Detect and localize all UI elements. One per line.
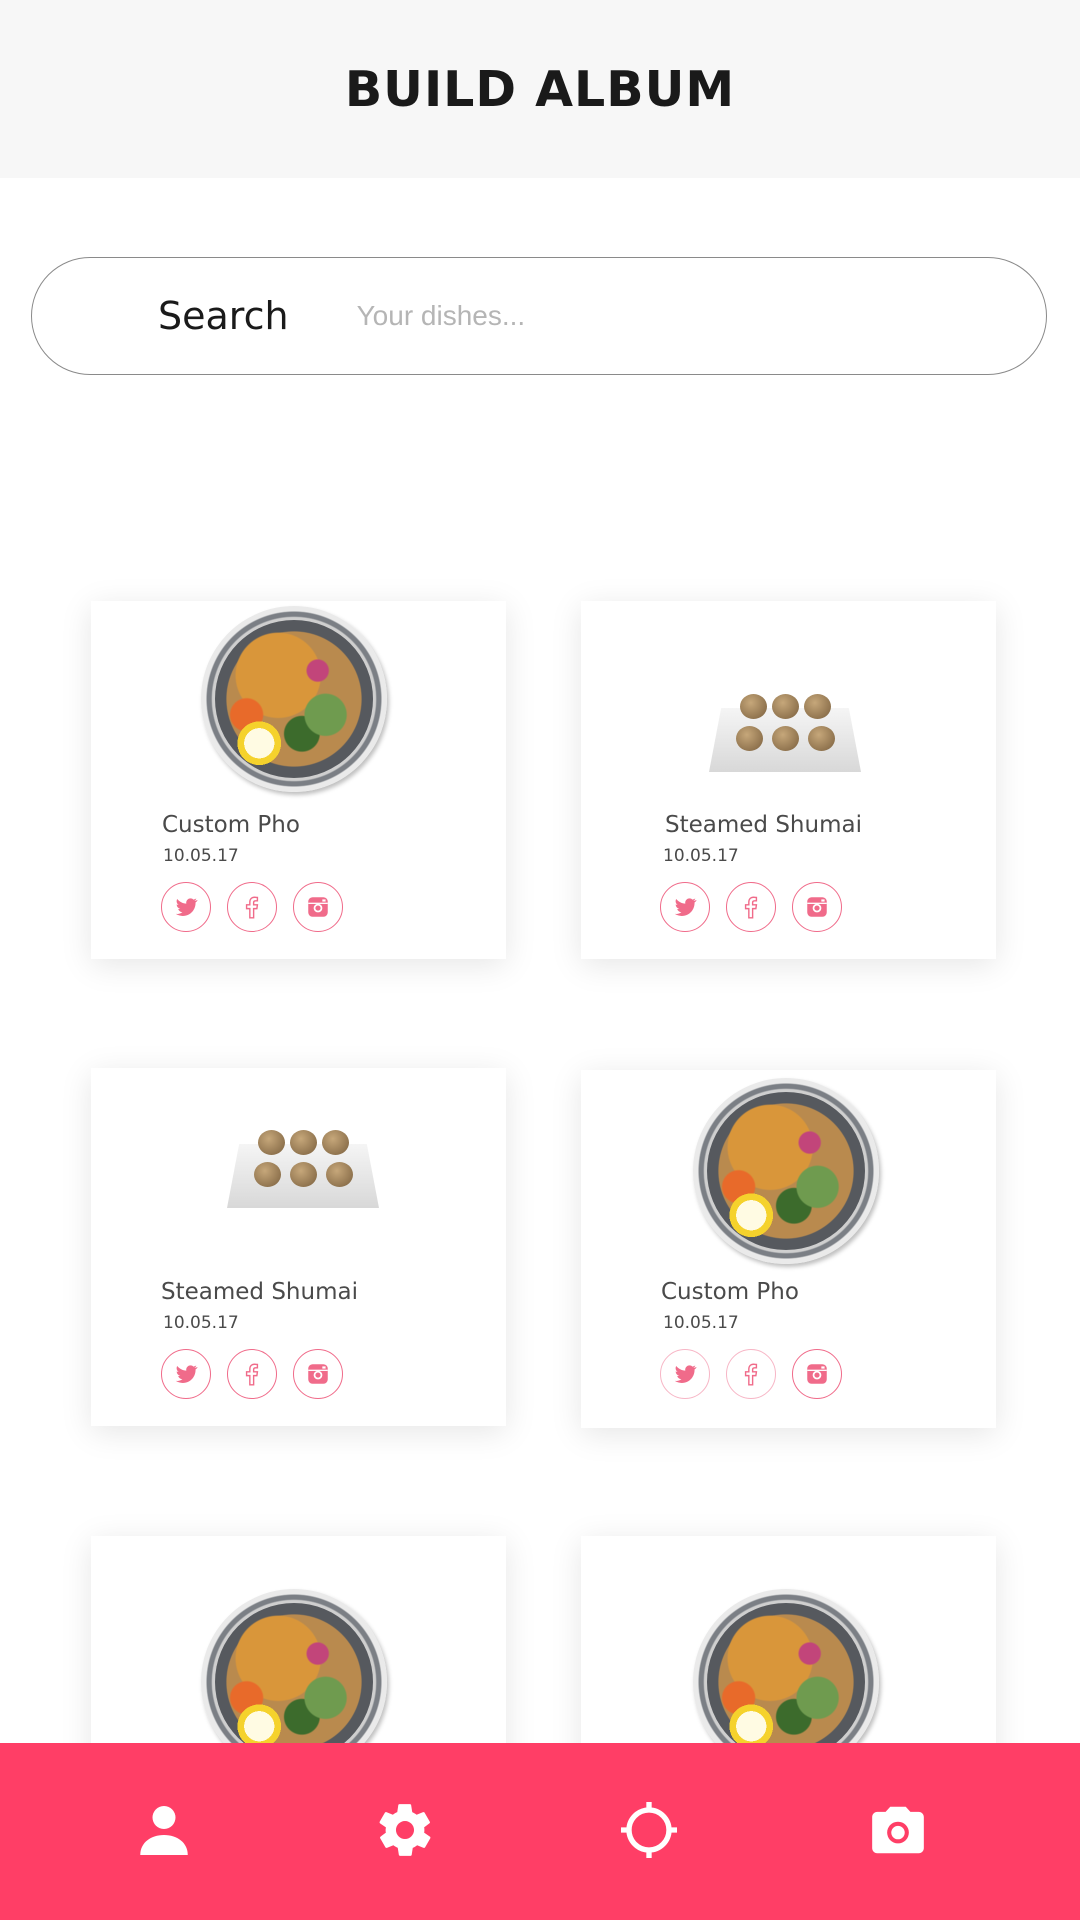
facebook-icon [744, 1363, 758, 1386]
dish-image [709, 694, 861, 772]
dish-date: 10.05.17 [663, 846, 739, 866]
dish-date: 10.05.17 [663, 1313, 739, 1333]
facebook-icon [744, 896, 758, 919]
dish-image [201, 606, 387, 792]
camera-icon [872, 1806, 924, 1854]
nav-locate-button[interactable] [617, 1798, 681, 1862]
dish-image [693, 1078, 879, 1264]
dish-card[interactable]: Custom Pho 10.05.17 [91, 601, 506, 959]
twitter-icon [674, 1365, 697, 1383]
instagram-share-button[interactable] [293, 1349, 343, 1399]
nav-settings-button[interactable] [373, 1798, 437, 1862]
twitter-icon [175, 1365, 198, 1383]
twitter-icon [674, 898, 697, 916]
twitter-share-button[interactable] [660, 882, 710, 932]
dish-name: Steamed Shumai [161, 1279, 358, 1305]
facebook-share-button[interactable] [726, 1349, 776, 1399]
search-bar[interactable]: Search [31, 257, 1047, 375]
search-input[interactable] [354, 299, 999, 333]
instagram-icon [308, 897, 328, 917]
facebook-share-button[interactable] [227, 882, 277, 932]
dish-name: Custom Pho [661, 1279, 799, 1305]
nav-profile-button[interactable] [132, 1798, 196, 1862]
dish-card[interactable]: Steamed Shumai 10.05.17 [91, 1068, 506, 1426]
instagram-icon [807, 897, 827, 917]
dish-name: Custom Pho [162, 812, 300, 838]
dish-name: Steamed Shumai [665, 812, 862, 838]
instagram-icon [308, 1364, 328, 1384]
gear-icon [379, 1804, 431, 1856]
crosshair-icon [621, 1802, 677, 1858]
dish-image [227, 1130, 379, 1208]
instagram-share-button[interactable] [792, 1349, 842, 1399]
facebook-share-button[interactable] [726, 882, 776, 932]
profile-icon [140, 1806, 188, 1855]
facebook-icon [245, 1363, 259, 1386]
instagram-share-button[interactable] [293, 882, 343, 932]
dish-date: 10.05.17 [163, 846, 239, 866]
app-header: BUILD ALBUM [0, 0, 1080, 178]
page-title: BUILD ALBUM [344, 60, 736, 118]
twitter-share-button[interactable] [161, 882, 211, 932]
search-label: Search [158, 294, 289, 338]
instagram-icon [807, 1364, 827, 1384]
dish-card[interactable]: Steamed Shumai 10.05.17 [581, 601, 996, 959]
twitter-share-button[interactable] [161, 1349, 211, 1399]
instagram-share-button[interactable] [792, 882, 842, 932]
dish-card[interactable]: Custom Pho 10.05.17 [581, 1070, 996, 1428]
nav-camera-button[interactable] [866, 1798, 930, 1862]
facebook-icon [245, 896, 259, 919]
twitter-share-button[interactable] [660, 1349, 710, 1399]
twitter-icon [175, 898, 198, 916]
dish-date: 10.05.17 [163, 1313, 239, 1333]
bottom-nav [0, 1743, 1080, 1920]
facebook-share-button[interactable] [227, 1349, 277, 1399]
